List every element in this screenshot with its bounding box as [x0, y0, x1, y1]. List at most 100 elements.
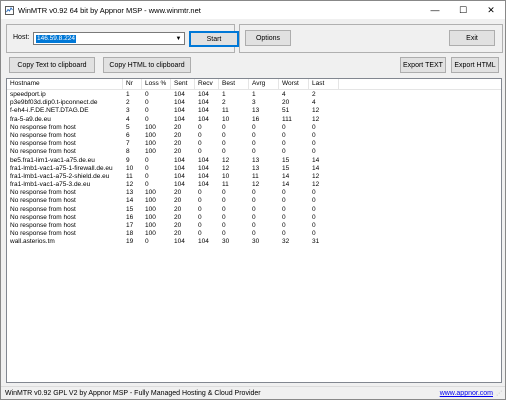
- maximize-icon[interactable]: ☐: [449, 1, 477, 19]
- cell-nr: 12: [126, 181, 134, 189]
- cell-hostname: No response from host: [10, 222, 76, 229]
- column-header-loss[interactable]: Loss %: [142, 79, 171, 90]
- cell-nr: 19: [126, 238, 134, 246]
- results-list[interactable]: Hostname Nr Loss % Sent Recv Best Avrg W…: [6, 78, 502, 383]
- cell-sent: 20: [174, 131, 182, 139]
- table-row[interactable]: No response from host 6 100 20 0 0 0 0 0: [7, 132, 501, 140]
- cell-recv: 104: [198, 107, 209, 115]
- cell-worst: 0: [282, 222, 286, 229]
- cell-loss: 0: [145, 172, 149, 180]
- options-button[interactable]: Options: [245, 30, 291, 46]
- table-row[interactable]: No response from host 5 100 20 0 0 0 0 0: [7, 124, 501, 132]
- cell-avrg: 12: [252, 181, 260, 189]
- cell-last: 0: [312, 123, 316, 131]
- table-row[interactable]: No response from host 18 100 20 0 0 0 0 0: [7, 230, 501, 238]
- copy-html-button[interactable]: Copy HTML to clipboard: [103, 57, 191, 73]
- export-text-button[interactable]: Export TEXT: [400, 57, 446, 73]
- cell-loss: 0: [145, 238, 149, 246]
- cell-last: 4: [312, 99, 316, 107]
- cell-worst: 0: [282, 140, 286, 148]
- table-row[interactable]: No response from host 15 100 20 0 0 0 0 0: [7, 206, 501, 214]
- cell-loss: 0: [145, 181, 149, 189]
- cell-best: 2: [222, 99, 226, 107]
- cell-worst: 0: [282, 131, 286, 139]
- host-input[interactable]: 146.59.8.224: [36, 35, 76, 43]
- cell-nr: 10: [126, 164, 134, 172]
- minimize-icon[interactable]: —: [421, 1, 449, 19]
- cell-nr: 8: [126, 148, 130, 156]
- window-title: WinMTR v0.92 64 bit by Appnor MSP - www.…: [18, 5, 201, 15]
- cell-sent: 20: [174, 205, 182, 213]
- table-row[interactable]: fra1-lmb1-vac1-a75-3.de.eu 12 0 104 104 11 12 1…: [7, 181, 501, 189]
- cell-loss: 100: [145, 123, 156, 131]
- table-row[interactable]: fra1-lmb1-vac1-a75-1-firewall.de.eu 10 0 10…: [7, 165, 501, 173]
- cell-last: 0: [312, 213, 316, 221]
- cell-best: 0: [222, 131, 226, 139]
- cell-last: 0: [312, 222, 316, 229]
- cell-hostname: be5.fra1-lim1-vac1-a75.de.eu: [10, 156, 95, 164]
- cell-last: 0: [312, 131, 316, 139]
- cell-best: 12: [222, 164, 230, 172]
- table-row[interactable]: No response from host 7 100 20 0 0 0 0 0: [7, 140, 501, 148]
- exit-button[interactable]: Exit: [449, 30, 495, 46]
- cell-worst: 0: [282, 205, 286, 213]
- table-row[interactable]: fra-5-a9.de.eu 4 0 104 104 10 16 111 12: [7, 116, 501, 124]
- cell-loss: 100: [145, 148, 156, 156]
- export-html-button[interactable]: Export HTML: [451, 57, 499, 73]
- column-header-best[interactable]: Best: [219, 79, 249, 90]
- column-header-recv[interactable]: Recv: [195, 79, 219, 90]
- table-row[interactable]: No response from host 17 100 20 0 0 0 0 0: [7, 222, 501, 230]
- column-header-avrg[interactable]: Avrg: [249, 79, 279, 90]
- cell-hostname: No response from host: [10, 205, 76, 213]
- cell-last: 2: [312, 91, 316, 98]
- table-row[interactable]: be5.fra1-lim1-vac1-a75.de.eu 9 0 104 104 12 13…: [7, 157, 501, 165]
- cell-loss: 100: [145, 222, 156, 229]
- cell-loss: 100: [145, 213, 156, 221]
- cell-nr: 13: [126, 189, 134, 197]
- cell-recv: 104: [198, 172, 209, 180]
- cell-avrg: 30: [252, 238, 260, 246]
- column-header-nr[interactable]: Nr: [123, 79, 142, 90]
- cell-nr: 15: [126, 205, 134, 213]
- appnor-link[interactable]: www.appnor.com: [440, 390, 493, 397]
- table-row[interactable]: No response from host 8 100 20 0 0 0 0 0: [7, 148, 501, 156]
- table-row[interactable]: No response from host 16 100 20 0 0 0 0 0: [7, 214, 501, 222]
- table-row[interactable]: wall.asterios.tm 19 0 104 104 30 30 32 31: [7, 238, 501, 246]
- cell-hostname: No response from host: [10, 123, 76, 131]
- list-rows: speedport.ip 1 0 104 104 1 1 4 2 p3e9bf03d.dip0.t…: [7, 91, 501, 247]
- cell-hostname: No response from host: [10, 197, 76, 205]
- table-row[interactable]: p3e9bf03d.dip0.t-ipconnect.de 2 0 104 104 2 3 2…: [7, 99, 501, 107]
- copy-text-button[interactable]: Copy Text to clipboard: [9, 57, 95, 73]
- chevron-down-icon[interactable]: ▼: [173, 33, 184, 44]
- close-icon[interactable]: ✕: [477, 1, 505, 19]
- cell-sent: 104: [174, 238, 185, 246]
- table-row[interactable]: No response from host 13 100 20 0 0 0 0 0: [7, 189, 501, 197]
- cell-recv: 104: [198, 115, 209, 123]
- cell-last: 0: [312, 140, 316, 148]
- resize-grip-icon[interactable]: ⋰: [496, 390, 504, 398]
- cell-avrg: 0: [252, 123, 256, 131]
- table-row[interactable]: f-eh4-i.F.DE.NET.DTAG.DE 3 0 104 104 11 13 51 12: [7, 107, 501, 115]
- cell-sent: 20: [174, 213, 182, 221]
- column-header-last[interactable]: Last: [309, 79, 339, 90]
- status-text: WinMTR v0.92 GPL V2 by Appnor MSP - Full…: [5, 390, 261, 397]
- cell-last: 0: [312, 189, 316, 197]
- cell-best: 0: [222, 205, 226, 213]
- cell-nr: 17: [126, 222, 134, 229]
- cell-best: 11: [222, 107, 229, 115]
- start-button[interactable]: Start: [189, 31, 239, 47]
- column-header-worst[interactable]: Worst: [279, 79, 309, 90]
- cell-sent: 20: [174, 148, 182, 156]
- cell-best: 0: [222, 230, 226, 238]
- cell-last: 0: [312, 230, 316, 238]
- cell-avrg: 0: [252, 222, 256, 229]
- table-row[interactable]: No response from host 14 100 20 0 0 0 0 0: [7, 197, 501, 205]
- cell-nr: 16: [126, 213, 134, 221]
- host-combobox[interactable]: 146.59.8.224 ▼: [33, 32, 185, 45]
- table-row[interactable]: fra1-lmb1-vac1-a75-2-shield.de.eu 11 0 104 1…: [7, 173, 501, 181]
- title-bar[interactable]: WinMTR v0.92 64 bit by Appnor MSP - www.…: [1, 1, 505, 19]
- cell-avrg: 0: [252, 140, 256, 148]
- table-row[interactable]: speedport.ip 1 0 104 104 1 1 4 2: [7, 91, 501, 99]
- column-header-sent[interactable]: Sent: [171, 79, 195, 90]
- column-header-hostname[interactable]: Hostname: [7, 79, 123, 90]
